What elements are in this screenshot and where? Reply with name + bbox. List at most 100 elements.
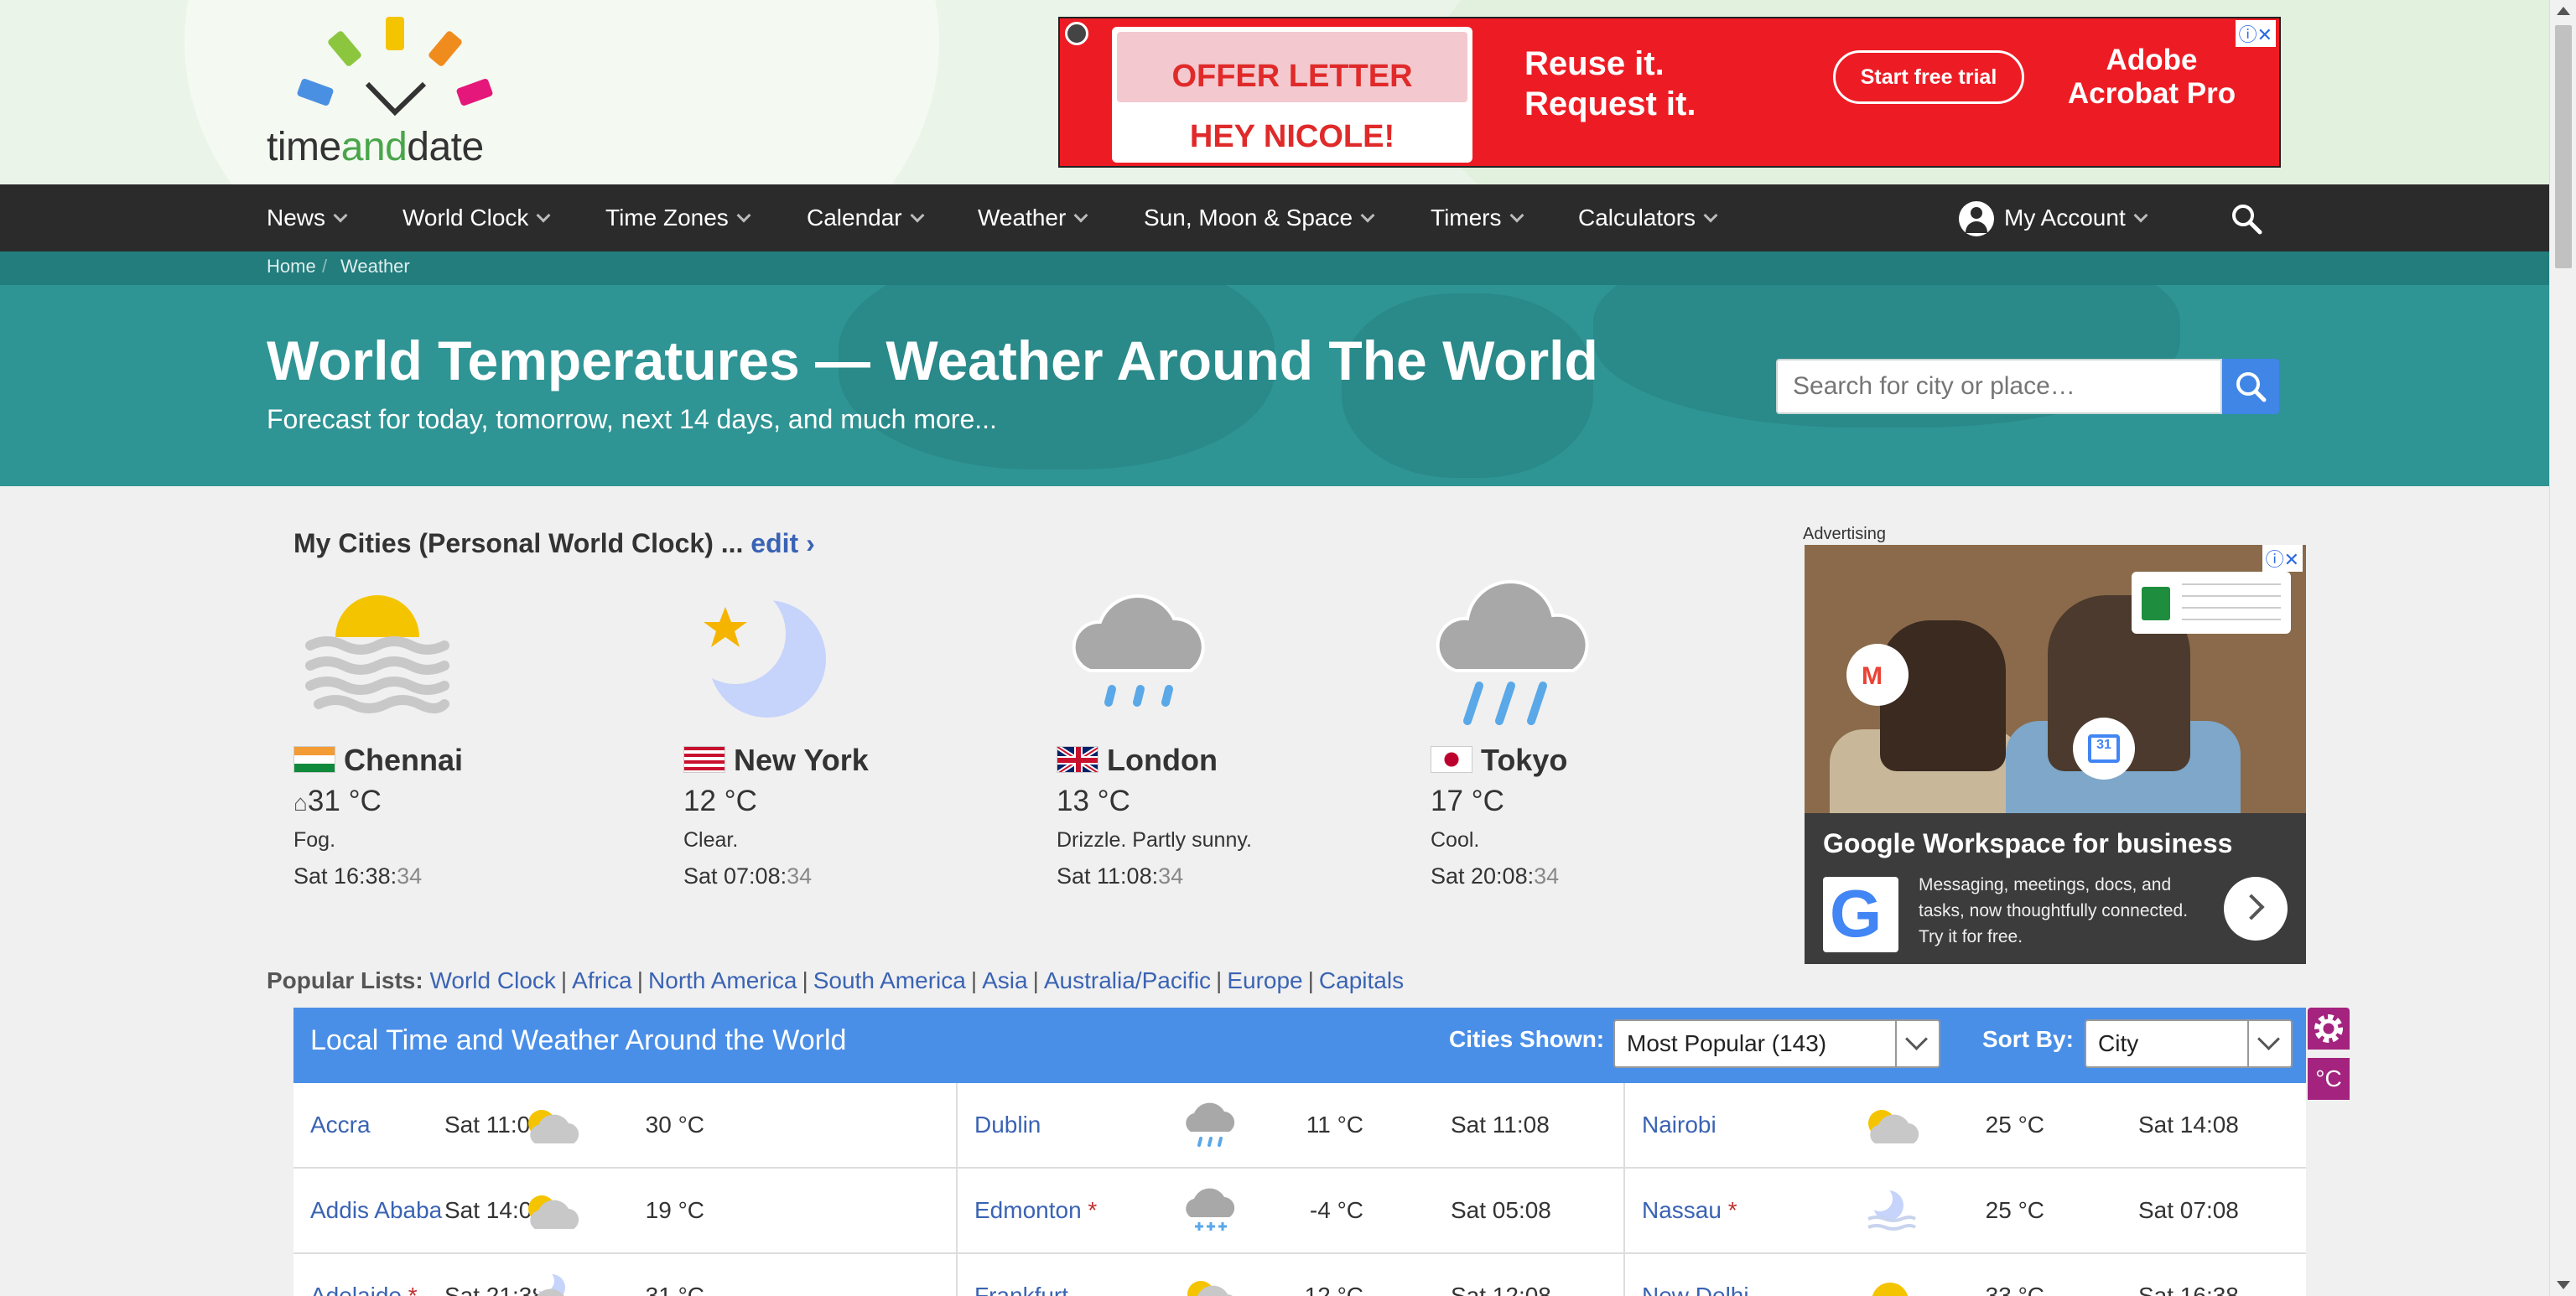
nav-news[interactable]: News [267,184,348,251]
popular-link-south-america[interactable]: South America [813,967,966,993]
uk-flag-icon [1057,746,1098,774]
popular-link-africa[interactable]: Africa [572,967,632,993]
home-icon: ⌂ [293,790,308,816]
gear-icon [2314,1014,2343,1043]
city-name[interactable]: London [1057,743,1218,778]
city-weather-cell: Accra Sat 11:08 30 °C [293,1083,961,1169]
clear-night-icon [685,583,826,718]
city-name[interactable]: Tokyo [1431,743,1567,778]
breadcrumb-weather[interactable]: Weather [340,251,410,282]
city-local-time: Sat 07:08 [2138,1197,2239,1223]
nav-my-account[interactable]: My Account [1959,184,2148,251]
my-city-card[interactable]: Tokyo 17 °C Cool. Sat 20:08:34 [1431,578,1766,889]
close-icon[interactable]: ⓘ✕ [2262,545,2303,572]
city-search-field[interactable] [1776,359,2222,414]
city-temperature: 30 °C [645,1112,704,1138]
night-cloud-icon [517,1269,584,1296]
city-time: Sat 16:38:34 [293,863,423,889]
city-search-input[interactable] [1778,360,2220,412]
nav-calendar[interactable]: Calendar [807,184,925,251]
ad-brand: Adobe Acrobat Pro [2067,44,2236,110]
drizzle-icon [1176,1098,1243,1152]
chevron-down-icon [536,208,551,223]
table-row: Addis Ababa Sat 14:08 19 °C Edmonton * Sat 0… [293,1169,2306,1254]
city-temperature: 11 °C [1306,1112,1363,1138]
city-name[interactable]: Chennai [293,743,463,778]
page-subtitle: Forecast for today, tomorrow, next 14 da… [267,404,997,434]
nav-sun-moon-space[interactable]: Sun, Moon & Space [1144,184,1375,251]
city-weather-description: Cool. [1431,828,1480,852]
partly-cloudy-icon [1176,1269,1243,1296]
city-temperature: 25 °C [1985,1197,2044,1223]
banner-advertisement[interactable]: OFFER LETTER HEY NICOLE! Reuse it. Reque… [1058,17,2281,168]
city-link[interactable]: Accra [310,1112,371,1138]
partly-cloudy-icon [517,1098,584,1152]
popular-link-world-clock[interactable]: World Clock [429,967,555,993]
main-navigation: News World Clock Time Zones Calendar Wea… [0,184,2549,251]
chevron-down-icon [2247,1021,2291,1066]
scroll-down-arrow-icon[interactable] [2557,1281,2570,1289]
logo-text[interactable]: timeanddate [267,124,484,170]
ad-description: Messaging, meetings, docs, and tasks, no… [1919,875,2189,946]
google-logo-icon: G [1823,876,1898,952]
page-title: World Temperatures — Weather Around The … [267,329,1598,391]
my-city-card[interactable]: London 13 °C Drizzle. Partly sunny. Sat … [1057,578,1392,889]
sort-by-label: Sort By: [1982,1026,2074,1052]
breadcrumb-home[interactable]: Home [267,251,316,282]
city-link[interactable]: Nairobi [1642,1112,1716,1138]
drizzle-icon [1072,594,1205,707]
nav-world-clock[interactable]: World Clock [402,184,551,251]
city-link[interactable]: Adelaide * [310,1283,418,1296]
settings-button[interactable] [2308,1008,2350,1050]
side-advertisement[interactable]: M 31 Google Workspace for business G Mes… [1805,545,2306,964]
city-link[interactable]: Nassau * [1642,1197,1737,1224]
chevron-down-icon [1895,1021,1939,1066]
my-city-card[interactable]: Chennai ⌂31 °C Fog. Sat 16:38:34 [293,578,629,889]
scroll-up-arrow-icon[interactable] [2557,7,2570,15]
city-link[interactable]: Addis Ababa [310,1197,442,1224]
scrollbar-thumb[interactable] [2555,25,2572,268]
dst-marker: * [1088,1197,1098,1223]
city-weather-cell: Dublin Sat 11:08 11 °C [958,1083,1625,1169]
ad-choices-icon[interactable] [1065,22,1088,45]
snow-icon [1176,1184,1243,1237]
nav-time-zones[interactable]: Time Zones [605,184,751,251]
my-city-card[interactable]: New York 12 °C Clear. Sat 07:08:34 [683,578,1019,889]
chevron-down-icon [1073,208,1088,223]
popular-link-capitals[interactable]: Capitals [1319,967,1404,993]
chevron-down-icon [2133,208,2148,223]
popular-link-north-america[interactable]: North America [648,967,797,993]
ad-greeting-text: HEY NICOLE! [1189,119,1395,154]
breadcrumb-separator: / [322,256,328,277]
chevron-down-icon [333,208,348,223]
nav-calculators[interactable]: Calculators [1578,184,1718,251]
search-button[interactable] [2222,359,2279,414]
city-link[interactable]: New Delhi [1642,1283,1749,1296]
page-scrollbar[interactable] [2549,0,2576,1296]
popular-link-asia[interactable]: Asia [982,967,1027,993]
temperature-unit-button[interactable]: °C [2308,1058,2350,1100]
site-header: timeanddate OFFER LETTER HEY NICOLE! Reu… [0,0,2549,184]
search-icon[interactable] [2231,203,2262,235]
city-time: Sat 07:08:34 [683,863,813,889]
popular-link-europe[interactable]: Europe [1227,967,1302,993]
nav-weather[interactable]: Weather [978,184,1088,251]
city-link[interactable]: Frankfurt [974,1283,1068,1296]
my-cities-heading: My Cities (Personal World Clock) ... edi… [293,528,815,558]
chevron-right-icon[interactable] [2224,877,2288,941]
popular-link-australia-pacific[interactable]: Australia/Pacific [1044,967,1211,993]
city-name[interactable]: New York [683,743,869,778]
city-link[interactable]: Dublin [974,1112,1041,1138]
table-row: Accra Sat 11:08 30 °C Dublin Sat 11:08 11 °C N… [293,1083,2306,1169]
nav-timers[interactable]: Timers [1431,184,1524,251]
city-link[interactable]: Edmonton * [974,1197,1097,1224]
fog-icon [305,595,449,713]
close-icon[interactable]: ⓘ✕ [2235,20,2276,47]
rain-icon [1436,579,1589,725]
cities-shown-select[interactable]: Most Popular (143) [1613,1019,1940,1068]
city-weather-description: Clear. [683,828,739,852]
edit-my-cities-link[interactable]: edit › [750,528,814,558]
ad-offer-text: OFFER LETTER [1171,59,1413,94]
ad-cta-button[interactable]: Start free trial [1833,50,2024,104]
sort-by-select[interactable]: City [2085,1019,2293,1068]
